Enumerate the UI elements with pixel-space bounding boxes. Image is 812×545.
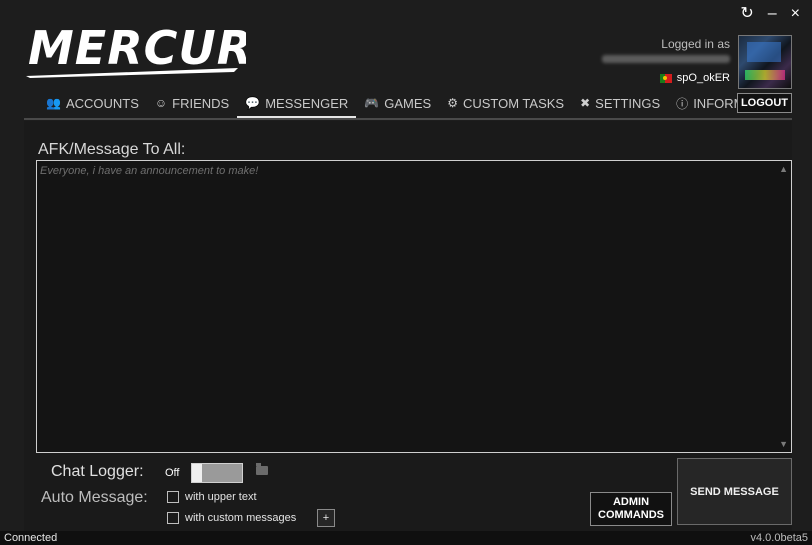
gear-icon: ⚙ [447, 96, 458, 110]
gamepad-icon: 🎮 [364, 96, 380, 110]
logo-wordmark: MERCURY [28, 21, 246, 75]
tools-icon: ✖ [580, 96, 591, 110]
chat-icon: 💬 [245, 96, 261, 110]
tab-label: ACCOUNTS [65, 95, 139, 111]
version-label: v4.0.0beta5 [750, 532, 809, 544]
upper-text-checkbox[interactable] [167, 491, 179, 503]
status-bar: Connected v4.0.0beta5 [0, 531, 812, 545]
logout-button[interactable]: LOGOUT [736, 93, 792, 113]
admin-commands-button[interactable]: ADMIN COMMANDS [590, 492, 672, 526]
refresh-icon[interactable]: ↻ [740, 6, 753, 22]
email-redacted [602, 55, 730, 63]
close-button[interactable]: × [791, 6, 800, 22]
user-line: spO_okER [659, 72, 730, 84]
tab-custom-tasks[interactable]: ⚙ CUSTOM TASKS [439, 91, 572, 115]
message-textarea[interactable]: Everyone, i have an announcement to make… [36, 160, 792, 453]
username: spO_okER [676, 72, 730, 84]
main-nav: 👥 ACCOUNTS ☺ FRIENDS 💬 MESSENGER 🎮 GAMES… [38, 91, 791, 119]
tab-label: GAMES [384, 95, 432, 111]
scroll-down-icon[interactable]: ▼ [779, 439, 788, 449]
custom-messages-option[interactable]: with custom messages [167, 512, 296, 524]
custom-messages-checkbox[interactable] [167, 512, 179, 524]
tab-label: SETTINGS [595, 95, 661, 111]
window-controls: ↻ – × [740, 6, 800, 22]
tab-accounts[interactable]: 👥 ACCOUNTS [38, 91, 147, 115]
tab-label: FRIENDS [172, 95, 230, 111]
portugal-flag-icon [659, 73, 672, 83]
chat-logger-state: Off [165, 467, 180, 479]
scrollbar[interactable] [781, 175, 789, 438]
users-icon: 👥 [46, 96, 61, 110]
toggle-knob[interactable] [192, 464, 202, 482]
info-icon: ⓘ [676, 96, 689, 111]
send-message-button[interactable]: SEND MESSAGE [677, 458, 792, 525]
tab-label: MESSENGER [265, 95, 349, 111]
logged-in-label: Logged in as [661, 37, 730, 51]
folder-icon[interactable] [256, 463, 268, 475]
admin-line-1: ADMIN [612, 496, 650, 508]
avatar[interactable] [738, 35, 792, 89]
connection-status: Connected [4, 532, 58, 544]
chat-logger-label: Chat Logger: [51, 463, 144, 480]
nav-divider [24, 118, 792, 120]
afk-message-label: AFK/Message To All: [38, 141, 186, 158]
custom-messages-label: with custom messages [185, 512, 297, 524]
upper-text-option[interactable]: with upper text [167, 491, 257, 503]
message-placeholder: Everyone, i have an announcement to make… [40, 165, 259, 177]
chat-logger-toggle[interactable] [191, 463, 243, 483]
add-custom-message-button[interactable]: + [317, 509, 335, 527]
tab-friends[interactable]: ☺ FRIENDS [147, 91, 237, 115]
mercury-logo: MERCURY [26, 18, 246, 80]
tab-settings[interactable]: ✖ SETTINGS [572, 91, 668, 115]
scroll-up-icon[interactable]: ▲ [779, 164, 788, 174]
tab-messenger[interactable]: 💬 MESSENGER [237, 91, 357, 119]
admin-line-2: COMMANDS [598, 509, 664, 521]
tab-games[interactable]: 🎮 GAMES [356, 91, 439, 115]
auto-message-label: Auto Message: [41, 489, 148, 506]
minimize-button[interactable]: – [768, 6, 777, 22]
upper-text-label: with upper text [185, 491, 257, 503]
smile-icon: ☺ [154, 96, 168, 110]
tab-label: CUSTOM TASKS [462, 95, 565, 111]
